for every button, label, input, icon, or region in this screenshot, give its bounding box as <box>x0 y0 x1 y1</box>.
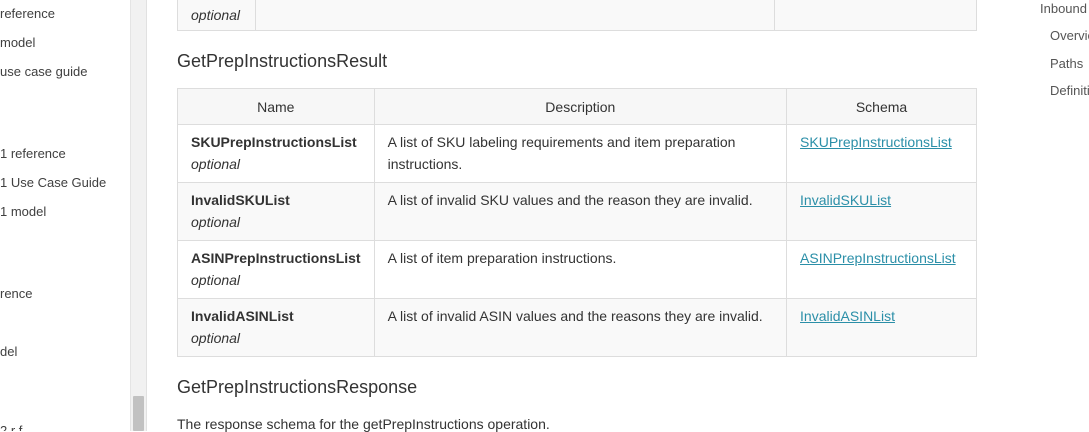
table-row: InvalidSKUList optional A list of invali… <box>177 182 977 241</box>
table-row: optional <box>177 0 978 31</box>
name-cell: InvalidSKUList optional <box>177 182 375 241</box>
table-row: ASINPrepInstructionsList optional A list… <box>177 240 977 299</box>
column-header-description: Description <box>373 88 788 125</box>
table-row: SKUPrepInstructionsList optional A list … <box>177 124 977 183</box>
toc-item-definitions[interactable]: Definiti <box>1050 83 1089 98</box>
sidebar-scrollbar[interactable] <box>130 0 147 431</box>
table-header-row: Name Description Schema <box>177 88 977 125</box>
schema-cell: InvalidASINList <box>786 298 977 357</box>
divider <box>146 0 147 431</box>
field-name: InvalidASINList <box>191 308 294 324</box>
description-cell: A list of item preparation instructions. <box>373 240 788 299</box>
schema-link[interactable]: ASINPrepInstructionsList <box>800 250 956 266</box>
optional-label: optional <box>191 7 241 23</box>
schema-link[interactable]: InvalidASINList <box>800 308 895 324</box>
left-sidebar: reference model use case guide 1 referen… <box>0 0 130 431</box>
field-description: A list of item preparation instructions. <box>387 250 617 266</box>
description-cell: A list of invalid SKU values and the rea… <box>373 182 788 241</box>
field-name: ASINPrepInstructionsList <box>191 250 361 266</box>
sidebar-item-v1-model[interactable]: 1 model <box>0 204 46 219</box>
sidebar-item-model[interactable]: model <box>0 35 35 50</box>
previous-table-fragment: optional <box>177 0 978 31</box>
sidebar-item-use-case-guide[interactable]: use case guide <box>0 64 87 79</box>
schema-link[interactable]: SKUPrepInstructionsList <box>800 134 952 150</box>
sidebar-scrollbar-thumb[interactable] <box>133 396 144 431</box>
field-description: A list of SKU labeling requirements and … <box>387 134 736 172</box>
table-row: InvalidASINList optional A list of inval… <box>177 298 977 357</box>
field-description: A list of invalid SKU values and the rea… <box>387 192 753 208</box>
section-heading-response: GetPrepInstructionsResponse <box>177 377 418 397</box>
name-cell: optional <box>177 0 256 31</box>
schema-cell <box>773 0 978 31</box>
schema-cell: SKUPrepInstructionsList <box>786 124 977 183</box>
description-cell: A list of SKU labeling requirements and … <box>373 124 788 183</box>
optional-label: optional <box>191 214 241 230</box>
sidebar-item-v1-reference[interactable]: 1 reference <box>0 146 66 161</box>
description-cell: A list of invalid ASIN values and the re… <box>373 298 788 357</box>
sidebar-item-reference[interactable]: reference <box>0 6 55 21</box>
sidebar-item-del[interactable]: del <box>0 344 17 359</box>
schema-link[interactable]: InvalidSKUList <box>800 192 891 208</box>
toc-item-overview[interactable]: Overvie <box>1050 28 1089 43</box>
section-heading-result: GetPrepInstructionsResult <box>177 51 388 71</box>
schema-cell: ASINPrepInstructionsList <box>786 240 977 299</box>
sidebar-item-partial[interactable]: 2 r f <box>0 423 22 431</box>
right-toc: Inbound Overvie Paths Definiti <box>1000 0 1089 431</box>
toc-item-inbound[interactable]: Inbound <box>1040 1 1087 16</box>
sidebar-item-rence[interactable]: rence <box>0 286 33 301</box>
section-description: The response schema for the getPrepInstr… <box>177 416 550 432</box>
optional-label: optional <box>191 330 241 346</box>
toc-item-paths[interactable]: Paths <box>1050 56 1083 71</box>
optional-label: optional <box>191 272 241 288</box>
field-name: InvalidSKUList <box>191 192 290 208</box>
column-header-name: Name <box>177 88 375 125</box>
name-cell: ASINPrepInstructionsList optional <box>177 240 375 299</box>
sidebar-item-v1-use-case-guide[interactable]: 1 Use Case Guide <box>0 175 106 190</box>
schema-cell: InvalidSKUList <box>786 182 977 241</box>
name-cell: InvalidASINList optional <box>177 298 375 357</box>
field-name: SKUPrepInstructionsList <box>191 134 357 150</box>
description-cell <box>254 0 775 31</box>
name-cell: SKUPrepInstructionsList optional <box>177 124 375 183</box>
column-header-schema: Schema <box>786 88 977 125</box>
field-description: A list of invalid ASIN values and the re… <box>387 308 763 324</box>
optional-label: optional <box>191 156 241 172</box>
result-table: Name Description Schema SKUPrepInstructi… <box>177 88 977 357</box>
